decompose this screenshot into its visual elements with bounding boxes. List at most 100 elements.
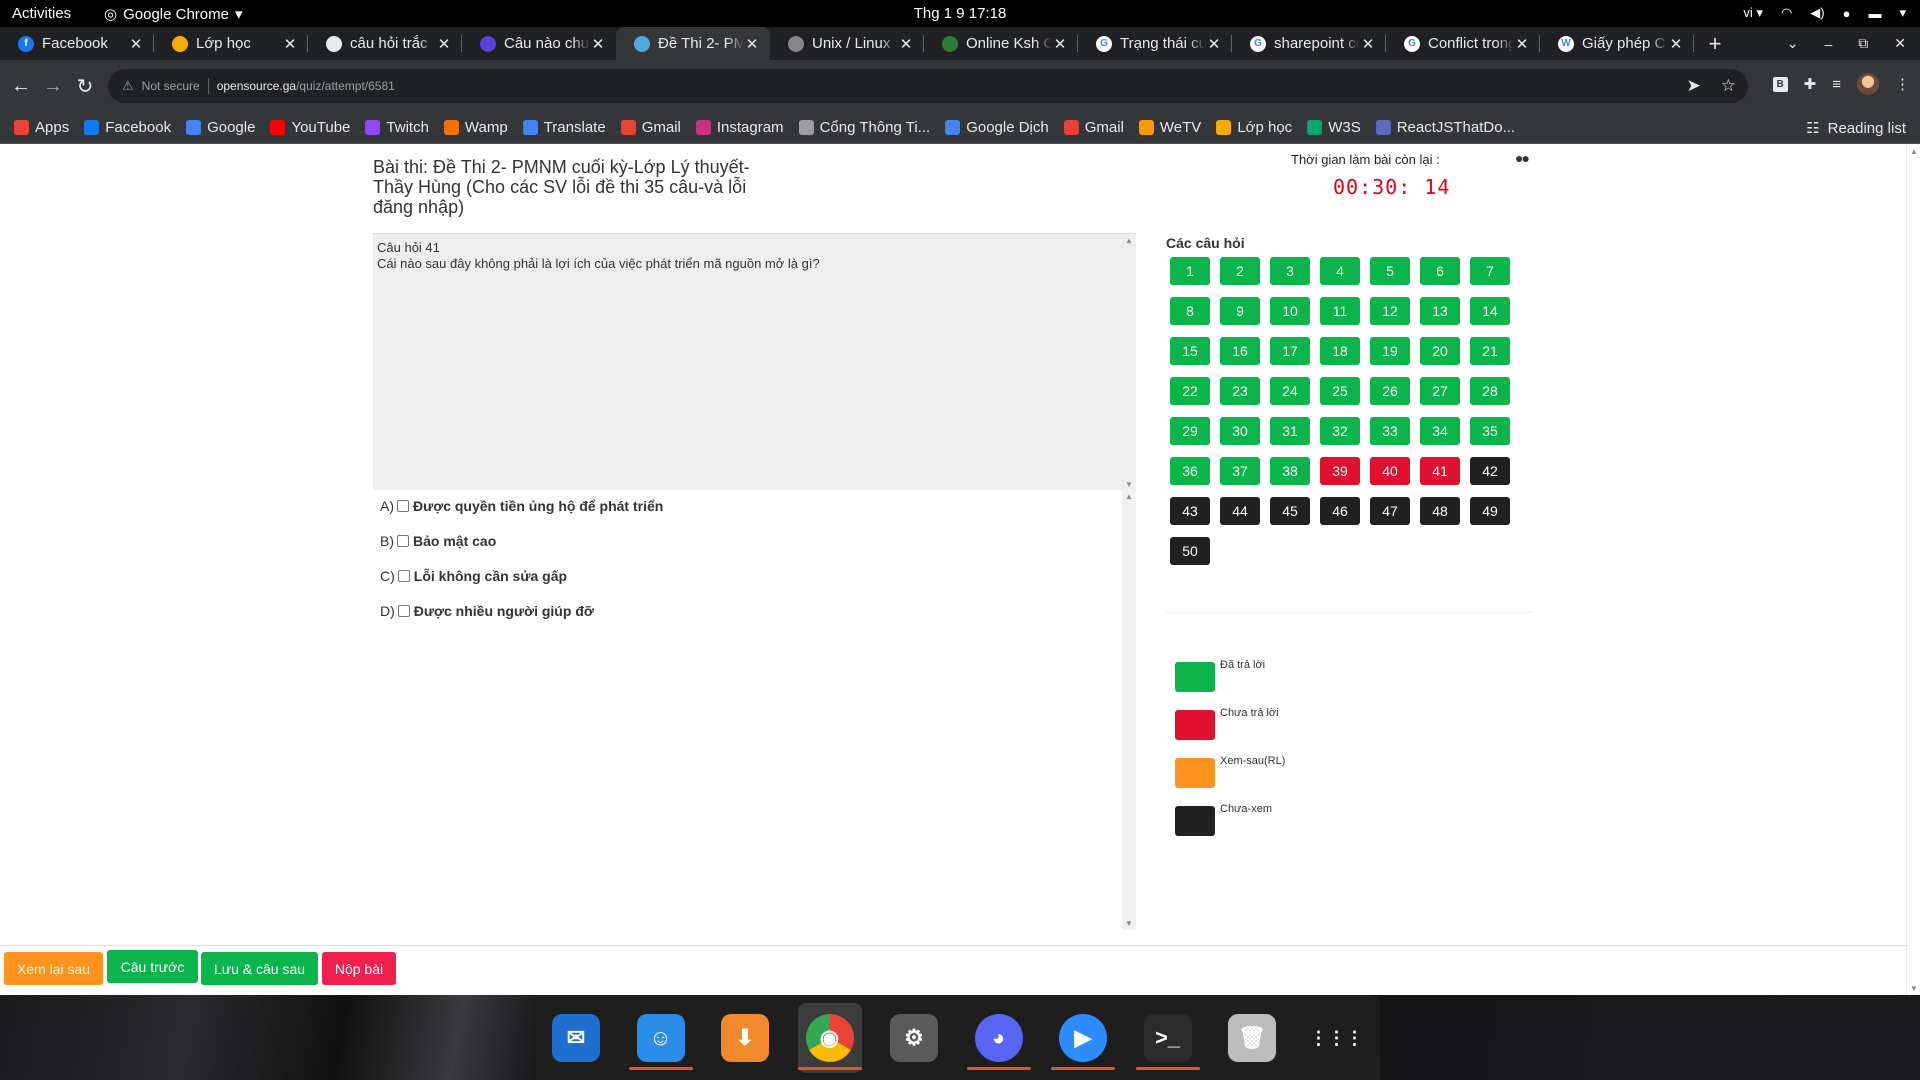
question-nav-button[interactable]: 21 [1470, 337, 1510, 365]
question-nav-button[interactable]: 46 [1320, 497, 1360, 525]
question-nav-button[interactable]: 14 [1470, 297, 1510, 325]
question-nav-button[interactable]: 17 [1270, 337, 1310, 365]
new-tab-icon[interactable]: + [1700, 27, 1730, 60]
bookmark-item[interactable]: Facebook [84, 119, 171, 136]
question-nav-button[interactable]: 2 [1220, 257, 1260, 285]
bookmark-item[interactable]: Gmail [620, 119, 681, 136]
browser-tab[interactable]: Câu nào chu ✕ [462, 27, 616, 60]
browser-tab[interactable]: Online Ksh C ✕ [924, 27, 1078, 60]
question-nav-button[interactable]: 11 [1320, 297, 1360, 325]
tab-close-icon[interactable]: ✕ [1360, 35, 1376, 53]
question-nav-button[interactable]: 42 [1470, 457, 1510, 485]
browser-tab[interactable]: f Facebook ✕ [0, 27, 154, 60]
zoom-icon[interactable]: ▶ [1059, 1014, 1107, 1062]
tab-close-icon[interactable]: ✕ [590, 35, 606, 53]
question-nav-button[interactable]: 12 [1370, 297, 1410, 325]
tab-close-icon[interactable]: ✕ [744, 35, 760, 53]
question-nav-button[interactable]: 8 [1170, 297, 1210, 325]
extensions-puzzle-icon[interactable]: ✚ [1804, 75, 1817, 93]
bookmark-star-icon[interactable]: ☆ [1721, 76, 1736, 96]
app-grid-icon[interactable]: ⋮⋮⋮ [1310, 1014, 1364, 1062]
question-nav-button[interactable]: 9 [1220, 297, 1260, 325]
scroll-down-icon[interactable]: ▼ [1910, 984, 1918, 993]
question-nav-button[interactable]: 34 [1420, 417, 1460, 445]
settings-icon[interactable]: ⚙ [890, 1014, 938, 1062]
bookmark-item[interactable]: Lớp học [1216, 119, 1292, 136]
app-menu[interactable]: ◎ Google Chrome ▾ [104, 5, 243, 24]
reload-icon[interactable]: ↻ [72, 73, 98, 99]
trash-icon[interactable]: 🗑 [1228, 1014, 1276, 1062]
question-nav-button[interactable]: 7 [1470, 257, 1510, 285]
question-nav-button[interactable]: 27 [1420, 377, 1460, 405]
question-nav-button[interactable]: 16 [1220, 337, 1260, 365]
answers-scrollbar[interactable]: ▲ ▼ [1122, 490, 1136, 930]
discord-icon[interactable]: ◕ [974, 1014, 1023, 1062]
back-icon[interactable]: ← [8, 73, 34, 99]
browser-tab[interactable]: G Conflict trong ✕ [1386, 27, 1540, 60]
question-nav-button[interactable]: 45 [1270, 497, 1310, 525]
bookmark-item[interactable]: W3S [1307, 119, 1361, 136]
installer-icon[interactable]: ⬇ [721, 1014, 769, 1062]
browser-tab[interactable]: Gsharepoint có ✕ [1232, 27, 1386, 60]
bookmark-item[interactable]: Apps [14, 119, 69, 136]
tab-close-icon[interactable]: ✕ [898, 35, 914, 53]
scroll-up-icon[interactable]: ▲ [1910, 147, 1918, 156]
browser-tab[interactable]: câu hỏi trắc ✕ [308, 27, 462, 60]
question-nav-button[interactable]: 18 [1320, 337, 1360, 365]
browser-tab[interactable]: W Giấy phép C ✕ [1540, 27, 1694, 60]
tab-search-icon[interactable]: ⌄ [1787, 35, 1799, 52]
answer-checkbox[interactable] [397, 535, 409, 547]
browser-tab[interactable]: Lớp học ✕ [154, 27, 308, 60]
question-nav-button[interactable]: 22 [1170, 377, 1210, 405]
question-nav-button[interactable]: 30 [1220, 417, 1260, 445]
warning-icon[interactable]: ⚠ [122, 78, 134, 94]
tab-close-icon[interactable]: ✕ [128, 35, 144, 53]
review-later-button[interactable]: Xem lại sau [4, 952, 103, 985]
question-nav-button[interactable]: 15 [1170, 337, 1210, 365]
tab-close-icon[interactable]: ✕ [436, 35, 452, 53]
question-scrollbar[interactable]: ▲ ▼ [1122, 234, 1136, 491]
question-nav-button[interactable]: 50 [1170, 537, 1210, 565]
question-nav-button[interactable]: 20 [1420, 337, 1460, 365]
question-nav-button[interactable]: 28 [1470, 377, 1510, 405]
reading-list-button[interactable]: ☷ Reading list [1806, 119, 1906, 138]
question-nav-button[interactable]: 5 [1370, 257, 1410, 285]
answer-checkbox[interactable] [397, 605, 410, 617]
question-nav-button[interactable]: 32 [1320, 417, 1360, 445]
forward-icon[interactable]: → [40, 73, 66, 99]
chrome-icon[interactable]: ◉ [805, 1014, 854, 1062]
media-controls-icon[interactable]: ≡ [1832, 76, 1841, 93]
minimize-icon[interactable]: – [1824, 36, 1832, 52]
question-nav-button[interactable]: 25 [1320, 377, 1360, 405]
submit-button[interactable]: Nộp bài [322, 952, 396, 985]
question-nav-button[interactable]: 1 [1170, 257, 1210, 285]
more-dots-icon[interactable]: ●● [1515, 150, 1530, 166]
bookmark-item[interactable]: Translate [522, 119, 606, 136]
question-nav-button[interactable]: 19 [1370, 337, 1410, 365]
question-nav-button[interactable]: 24 [1270, 377, 1310, 405]
scroll-up-icon[interactable]: ▲ [1125, 236, 1133, 245]
bookmark-item[interactable]: Cổng Thông Ti... [798, 119, 930, 136]
browser-tab[interactable]: G Trạng thái cu ✕ [1078, 27, 1232, 60]
extension-b-icon[interactable]: B [1772, 76, 1788, 92]
scroll-up-icon[interactable]: ▲ [1125, 492, 1133, 501]
activities-button[interactable]: Activities [12, 5, 71, 22]
tab-close-icon[interactable]: ✕ [282, 35, 298, 53]
send-tab-icon[interactable]: ➤ [1687, 76, 1701, 96]
answer-option[interactable]: C) Lỗi không cần sửa gấp [380, 568, 567, 584]
question-nav-button[interactable]: 40 [1370, 457, 1410, 485]
tab-close-icon[interactable]: ✕ [1206, 35, 1222, 53]
question-nav-button[interactable]: 49 [1470, 497, 1510, 525]
question-nav-button[interactable]: 26 [1370, 377, 1410, 405]
close-icon[interactable]: ✕ [1894, 35, 1906, 52]
question-nav-button[interactable]: 23 [1220, 377, 1260, 405]
bookmark-item[interactable]: WeTV [1138, 119, 1201, 136]
system-tray[interactable]: vi ▾ ◠ ◀) ● ▬ ▾ [1743, 5, 1906, 21]
question-nav-button[interactable]: 41 [1420, 457, 1460, 485]
answer-option[interactable]: A) Được quyền tiền ủng hộ để phát triển [380, 498, 663, 514]
clock[interactable]: Thg 1 9 17:18 [914, 5, 1007, 22]
answer-option[interactable]: B) Bảo mật cao [380, 533, 496, 549]
tab-close-icon[interactable]: ✕ [1052, 35, 1068, 53]
scroll-down-icon[interactable]: ▼ [1125, 919, 1133, 928]
bookmark-item[interactable]: Wamp [443, 119, 508, 136]
